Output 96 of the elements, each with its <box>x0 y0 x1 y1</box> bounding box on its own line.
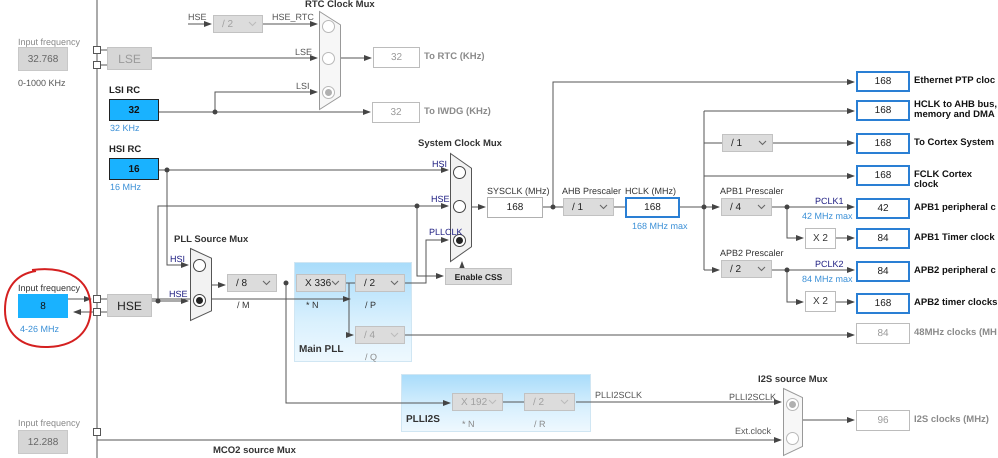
chevron-icon <box>262 280 271 286</box>
oscillator-value: 32 <box>109 99 159 121</box>
signal-label: LSE <box>295 47 312 58</box>
frequency-limit: 168 MHz max <box>632 221 688 232</box>
prescaler-title: APB2 Prescaler <box>720 248 784 258</box>
chevron-icon <box>560 399 569 405</box>
output-frequency: 84 <box>856 261 910 282</box>
signal-label: PLLI2SCLK <box>729 392 776 402</box>
signal-label: HSE <box>169 289 188 300</box>
panel-title: PLLI2S <box>406 414 440 425</box>
multiplier-box: X 2 <box>805 291 836 312</box>
output-label: APB2 peripheral c <box>914 266 996 276</box>
divider-dropdown[interactable]: X 336 <box>296 274 346 292</box>
divider-dropdown[interactable]: / 1 <box>722 134 773 152</box>
signal-label: HSI <box>432 159 448 170</box>
output-frequency: 168 <box>856 293 910 314</box>
output-label: APB2 timer clocks <box>914 298 998 308</box>
mux-title: PLL Source Mux <box>174 235 248 246</box>
frequency-limit: 42 MHz max <box>802 211 853 222</box>
output-frequency: 84 <box>856 228 910 249</box>
output-label: APB1 peripheral c <box>914 203 996 213</box>
mux-title: MCO2 source Mux <box>213 446 296 457</box>
output-frequency: 168 <box>856 165 910 186</box>
chevron-icon <box>758 140 767 146</box>
signal-label: HSE <box>188 12 207 22</box>
input-frequency-label: Input frequency <box>18 283 80 294</box>
chevron-icon <box>599 204 608 210</box>
readout-title: SYSCLK (MHz) <box>487 186 550 196</box>
output-frequency: 96 <box>856 410 910 431</box>
multiplier-box: X 2 <box>805 228 836 249</box>
signal-label: LSI <box>296 81 310 92</box>
panel-title: Main PLL <box>299 344 344 355</box>
oscillator-title: LSI RC <box>109 86 140 97</box>
output-frequency: 84 <box>856 323 910 344</box>
output-label: To IWDG (KHz) <box>424 107 491 117</box>
chevron-icon <box>390 280 399 286</box>
chevron-icon <box>390 332 399 338</box>
output-label: APB1 Timer clock <box>914 233 995 243</box>
divider-caption: / P <box>365 300 376 310</box>
output-frequency: 168 <box>856 133 910 154</box>
divider-caption: * N <box>306 300 319 310</box>
divider-caption: * N <box>462 419 475 430</box>
divider-dropdown[interactable]: / 2 <box>721 260 772 278</box>
chevron-icon <box>248 21 257 27</box>
enable-css-button[interactable]: Enable CSS <box>445 268 512 285</box>
prescaler-title: APB1 Prescaler <box>720 186 784 196</box>
output-frequency: 42 <box>856 198 910 219</box>
bus-label: PCLK1 <box>815 196 844 206</box>
chevron-icon <box>757 266 766 272</box>
frequency-readout: 168 <box>487 197 543 218</box>
frequency-limit: 84 MHz max <box>802 274 853 284</box>
frequency-range: 0-1000 KHz <box>18 78 66 88</box>
output-label: To RTC (KHz) <box>424 52 485 62</box>
chevron-icon <box>488 399 497 405</box>
readout-title: HCLK (MHz) <box>625 186 676 196</box>
mux-title: I2S source Mux <box>758 375 828 386</box>
signal-label: Ext.clock <box>735 426 772 436</box>
frequency-readout: 168 <box>625 197 680 218</box>
oscillator-frequency: 32 KHz <box>110 123 140 134</box>
input-frequency-label: Input frequency <box>18 37 80 48</box>
chevron-icon <box>331 280 340 286</box>
input-frequency-label: Input frequency <box>18 418 80 428</box>
output-frequency: 32 <box>373 47 420 68</box>
signal-label: HSI <box>170 254 186 264</box>
divider-caption: / Q <box>365 352 378 362</box>
output-label: FCLK Cortex clock <box>914 170 974 190</box>
divider-dropdown[interactable]: / 4 <box>721 198 772 216</box>
prescaler-title: AHB Prescaler <box>562 186 622 196</box>
divider-dropdown[interactable]: / 2 <box>355 274 405 292</box>
output-label: 48MHz clocks (MH <box>914 328 997 338</box>
divider-dropdown[interactable]: / 8 <box>227 274 277 292</box>
frequency-input[interactable]: 8 <box>18 294 68 318</box>
divider-caption: / M <box>237 300 250 310</box>
bus-label: PCLK2 <box>815 259 844 270</box>
output-frequency: 168 <box>856 100 910 121</box>
output-label: To Cortex System <box>914 138 994 148</box>
oscillator-title: HSI RC <box>109 145 142 156</box>
output-label: Ethernet PTP cloc <box>914 76 996 86</box>
oscillator-source[interactable]: HSE <box>107 294 152 317</box>
divider-caption: / R <box>534 419 546 430</box>
divider-dropdown[interactable]: / 1 <box>563 198 614 216</box>
oscillator-value: 16 <box>109 158 159 180</box>
frequency-input[interactable]: 32.768 <box>18 47 68 71</box>
frequency-range: 4-26 MHz <box>20 324 60 334</box>
oscillator-frequency: 16 MHz <box>110 182 142 192</box>
mux-title: RTC Clock Mux <box>305 0 375 11</box>
output-label: HCLK to AHB bus, memory and DMA <box>914 100 998 120</box>
signal-label: HSE <box>431 194 450 204</box>
mux-title: System Clock Mux <box>418 139 502 150</box>
output-label: I2S clocks (MHz) <box>914 415 989 425</box>
signal-label: PLLI2SCLK <box>595 390 642 400</box>
chevron-icon <box>757 204 766 210</box>
signal-label: HSE_RTC <box>272 12 314 22</box>
frequency-input[interactable]: 12.288 <box>18 430 68 454</box>
output-frequency: 168 <box>856 71 910 92</box>
output-frequency: 32 <box>372 102 420 123</box>
